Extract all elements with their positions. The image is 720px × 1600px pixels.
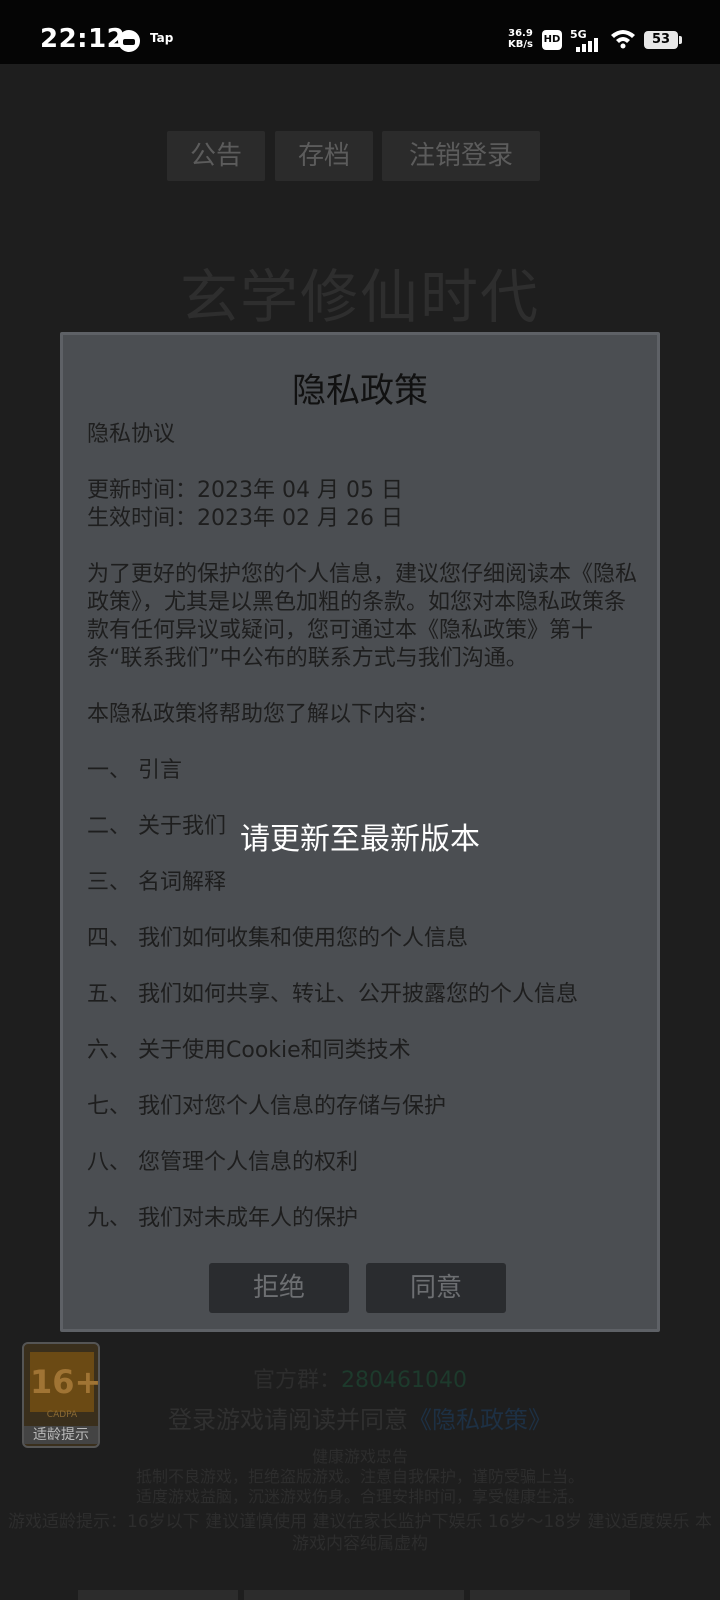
network-speed-value: 36.9: [508, 28, 533, 39]
wifi-icon: [611, 30, 635, 49]
official-group-number: 280461040: [341, 1368, 467, 1393]
policy-updated: 更新时间：2023年 04 月 05 日: [87, 478, 403, 503]
privacy-policy-link[interactable]: 《隐私政策》: [408, 1406, 552, 1434]
save-button[interactable]: 存档: [275, 131, 373, 181]
signal-icon: [576, 38, 602, 52]
login-agreement: 登录游戏请阅读并同意《隐私政策》: [0, 1400, 720, 1435]
policy-section-item: 五、 我们如何共享、转让、公开披露您的个人信息: [87, 982, 578, 1007]
policy-heading: 隐私协议: [87, 422, 176, 447]
policy-section-item: 九、 我们对未成年人的保护: [87, 1206, 358, 1231]
official-group: 官方群：280461040: [0, 1362, 720, 1394]
footer-notices: 官方群：280461040 登录游戏请阅读并同意《隐私政策》 健康游戏忠告 抵制…: [0, 1362, 720, 1555]
battery-icon: 53: [644, 31, 682, 49]
status-time: 22:12: [40, 24, 126, 54]
policy-section-item: 一、 引言: [87, 758, 182, 783]
policy-section-item: 四、 我们如何收集和使用您的个人信息: [87, 926, 468, 951]
network-speed: 36.9 KB/s: [508, 28, 533, 50]
notification-app-icon: [118, 30, 140, 52]
health-advice-line: 适度游戏益脑，沉迷游戏伤身。合理安排时间，享受健康生活。: [135, 1487, 584, 1506]
hd-icon: HD: [542, 30, 562, 50]
logout-button[interactable]: 注销登录: [382, 131, 540, 181]
reject-button[interactable]: 拒绝: [209, 1263, 349, 1313]
taptap-notification-icon: Tap: [150, 31, 174, 45]
policy-intro: 为了更好的保护您的个人信息，建议您仔细阅读本《隐私政策》，尤其是以黑色加粗的条款…: [87, 562, 638, 671]
policy-section-item: 八、 您管理个人信息的权利: [87, 1150, 358, 1175]
policy-summary: 本隐私政策将帮助您了解以下内容：: [87, 702, 440, 727]
policy-effective: 生效时间：2023年 02 月 26 日: [87, 506, 403, 531]
health-advice-line: 抵制不良游戏，拒绝盗版游戏。注意自我保护，谨防受骗上当。: [135, 1467, 584, 1486]
official-group-label: 官方群：: [253, 1368, 342, 1393]
health-advice-title: 健康游戏忠告: [311, 1447, 408, 1466]
policy-section-item: 七、 我们对您个人信息的存储与保护: [87, 1094, 446, 1119]
status-bar: 22:12 Tap 36.9 KB/s HD 5G 53: [0, 0, 720, 64]
age-appropriate-tip: 游戏适龄提示：16岁以下 建议谨慎使用 建议在家长监护下娱乐 16岁～18岁 建…: [8, 1512, 712, 1554]
policy-section-item: 三、 名词解释: [87, 870, 226, 895]
policy-section-item: 六、 关于使用Cookie和同类技术: [87, 1038, 411, 1063]
announcement-button[interactable]: 公告: [167, 131, 265, 181]
game-title: 玄学修仙时代: [179, 263, 540, 331]
update-toast: 请更新至最新版本: [240, 822, 480, 857]
network-speed-unit: KB/s: [508, 39, 533, 50]
dialog-title: 隐私政策: [292, 371, 428, 411]
login-agreement-text: 登录游戏请阅读并同意: [168, 1406, 408, 1434]
agree-button[interactable]: 同意: [366, 1263, 506, 1313]
bottom-bar: [0, 1590, 720, 1600]
